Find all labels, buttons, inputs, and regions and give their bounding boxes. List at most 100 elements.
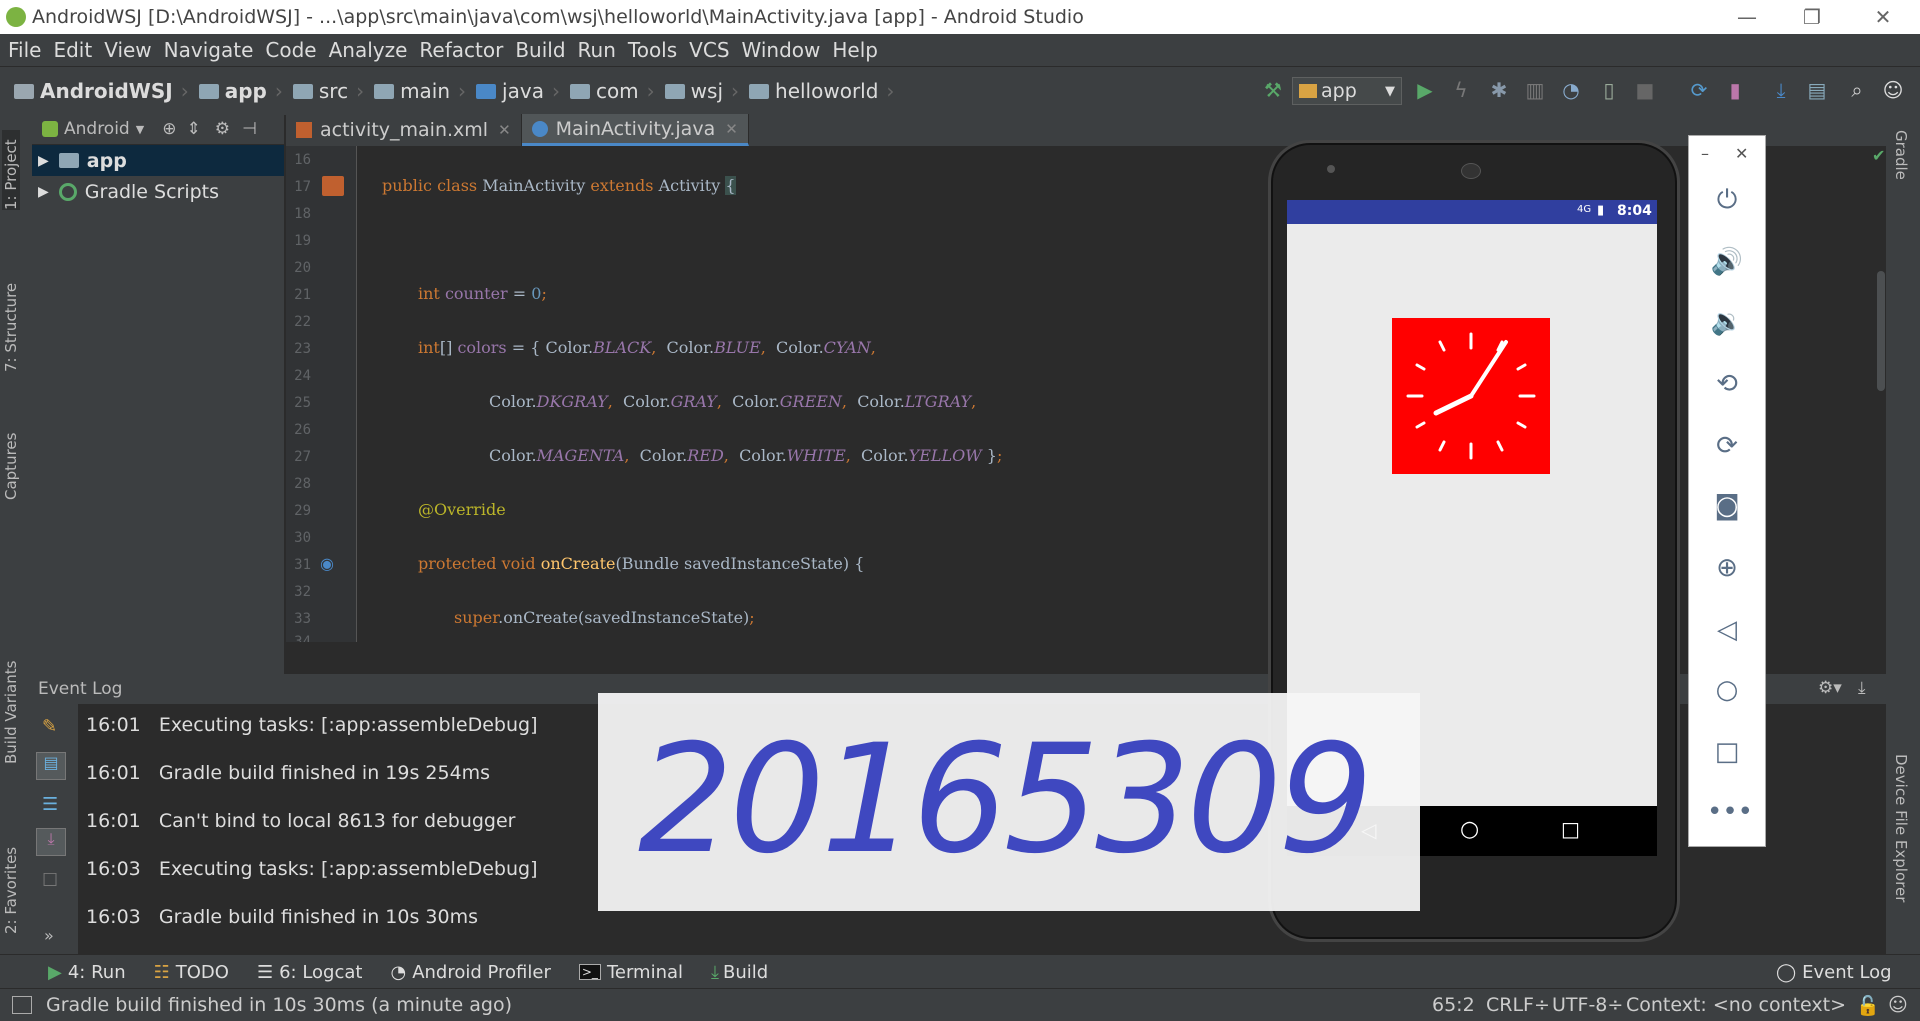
tool-run[interactable]: ▶ 4: Run: [48, 962, 126, 983]
profile-icon[interactable]: ◔: [1556, 75, 1586, 105]
close-emulator-button[interactable]: ✕: [1735, 144, 1748, 163]
wrench-icon[interactable]: ✎: [42, 716, 57, 737]
menu-navigate[interactable]: Navigate: [164, 38, 254, 62]
sync-gradle-icon[interactable]: ⟳: [1684, 75, 1714, 105]
expand-arrow-icon[interactable]: ▶: [38, 153, 49, 169]
close-tab-icon[interactable]: ✕: [498, 121, 511, 139]
breadcrumb-src[interactable]: src ›: [292, 79, 364, 103]
run-icon[interactable]: ▶: [1410, 75, 1440, 105]
avd-manager-icon[interactable]: ▮: [1720, 75, 1750, 105]
override-gutter-icon[interactable]: ◉: [320, 554, 334, 573]
breadcrumb-androidwsj[interactable]: AndroidWSJ ›: [14, 79, 189, 103]
balloon-icon[interactable]: ▤: [36, 752, 66, 780]
menu-edit[interactable]: Edit: [53, 38, 92, 62]
tab-favorites[interactable]: 2: Favorites: [2, 824, 20, 934]
scrollbar-thumb[interactable]: [1877, 271, 1885, 391]
breadcrumb-com[interactable]: com ›: [569, 79, 655, 103]
tab-activity-main-xml[interactable]: activity_main.xml ✕: [286, 114, 522, 146]
project-view-selector[interactable]: Android: [64, 119, 130, 139]
xml-layout-gutter-icon[interactable]: [322, 176, 344, 196]
file-encoding[interactable]: UTF-8÷: [1552, 994, 1623, 1016]
lock-icon[interactable]: 🔓: [1856, 994, 1880, 1017]
context-indicator[interactable]: Context: <no context>: [1626, 994, 1846, 1016]
make-project-hammer-icon[interactable]: ⚒: [1258, 75, 1288, 105]
breadcrumb-helloworld[interactable]: helloworld ›: [749, 79, 894, 103]
line-separator[interactable]: CRLF÷: [1486, 994, 1550, 1016]
tool-build[interactable]: ⤓ Build: [711, 962, 768, 983]
more-options-icon[interactable]: •••: [1707, 792, 1753, 832]
tab-structure[interactable]: 7: Structure: [2, 262, 20, 372]
event-message[interactable]: Executing tasks: [:app:assembleDebug]: [159, 858, 538, 880]
run-config-dropdown[interactable]: app ▼: [1292, 77, 1402, 105]
maximize-button[interactable]: ❐: [1777, 0, 1847, 34]
close-button[interactable]: ✕: [1848, 0, 1918, 34]
tab-captures[interactable]: Captures: [2, 410, 20, 500]
tool-android-profiler[interactable]: ◔ Android Profiler: [390, 962, 550, 983]
close-tab-icon[interactable]: ✕: [725, 120, 738, 138]
menu-file[interactable]: File: [8, 38, 41, 62]
back-icon[interactable]: ◁: [1707, 610, 1747, 650]
sdk-manager-icon[interactable]: ⤓: [1766, 75, 1796, 105]
filter-icon[interactable]: ☰: [42, 794, 58, 815]
code-editor[interactable]: public class MainActivity extends Activi…: [356, 146, 1277, 642]
menu-analyze[interactable]: Analyze: [329, 38, 408, 62]
collapse-all-icon[interactable]: ⇕: [186, 119, 200, 139]
tab-build-variants[interactable]: Build Variants: [2, 644, 20, 764]
gear-icon[interactable]: ⚙: [215, 119, 230, 139]
tool-event-log[interactable]: ◯ Event Log: [1776, 962, 1892, 983]
debug-icon[interactable]: ✱: [1484, 75, 1514, 105]
more-icon[interactable]: »: [44, 926, 54, 945]
tool-logcat[interactable]: ☰ 6: Logcat: [257, 962, 363, 983]
tree-item-app[interactable]: ▶ app: [32, 145, 284, 176]
overview-icon[interactable]: □: [1707, 732, 1747, 772]
tree-item-gradle-scripts[interactable]: ▶ Gradle Scripts: [32, 176, 284, 207]
clear-all-icon[interactable]: ☐: [42, 870, 58, 891]
recents-icon[interactable]: □: [1561, 817, 1580, 841]
menu-tools[interactable]: Tools: [628, 38, 677, 62]
menu-run[interactable]: Run: [578, 38, 616, 62]
user-avatar-icon[interactable]: ☺: [1878, 75, 1908, 105]
editor-scrollbar[interactable]: ✔: [1872, 146, 1886, 642]
home-icon[interactable]: ○: [1707, 670, 1747, 710]
tool-todo[interactable]: ☷ TODO: [154, 962, 229, 983]
tab-device-file-explorer[interactable]: Device File Explorer: [1892, 754, 1910, 902]
tab-gradle[interactable]: Gradle: [1892, 130, 1910, 180]
breadcrumb-wsj[interactable]: wsj ›: [664, 79, 739, 103]
menu-build[interactable]: Build: [515, 38, 565, 62]
coverage-icon[interactable]: ▥: [1520, 75, 1550, 105]
minimize-button[interactable]: —: [1712, 0, 1782, 34]
inspector-icon[interactable]: ☺: [1888, 994, 1908, 1016]
power-icon[interactable]: ⏻: [1707, 180, 1747, 220]
volume-down-icon[interactable]: 🔉: [1707, 302, 1747, 342]
zoom-icon[interactable]: ⊕: [1707, 548, 1747, 588]
caret-position[interactable]: 65:2: [1432, 994, 1475, 1016]
breadcrumb-main[interactable]: main ›: [374, 79, 466, 103]
menu-view[interactable]: View: [104, 38, 151, 62]
tab-mainactivity-java[interactable]: MainActivity.java ✕: [521, 114, 749, 146]
menu-code[interactable]: Code: [265, 38, 316, 62]
project-structure-icon[interactable]: ▤: [1802, 75, 1832, 105]
hide-panel-icon[interactable]: ⤓: [1858, 678, 1866, 698]
home-icon[interactable]: ○: [1460, 817, 1479, 842]
search-icon[interactable]: ⌕: [1842, 75, 1872, 105]
minimize-emulator-button[interactable]: –: [1701, 144, 1709, 163]
toggle-tool-windows-icon[interactable]: [12, 996, 32, 1014]
expand-arrow-icon[interactable]: ▶: [38, 184, 49, 200]
tab-project[interactable]: 1: Project: [2, 130, 20, 210]
locate-icon[interactable]: ⊕: [162, 119, 176, 139]
scroll-to-end-icon[interactable]: ⤓: [36, 828, 66, 856]
tool-terminal[interactable]: >_ Terminal: [578, 962, 683, 983]
menu-window[interactable]: Window: [742, 38, 821, 62]
rotate-left-icon[interactable]: ⟲: [1707, 364, 1747, 404]
attach-debugger-icon[interactable]: ▯: [1594, 75, 1624, 105]
rotate-right-icon[interactable]: ⟳: [1707, 426, 1747, 466]
apply-changes-icon[interactable]: ϟ: [1446, 75, 1476, 105]
volume-up-icon[interactable]: 🔊: [1707, 242, 1747, 282]
hide-pane-icon[interactable]: ⊣: [242, 119, 257, 139]
chevron-down-icon[interactable]: ▼: [136, 123, 144, 136]
menu-vcs[interactable]: VCS: [689, 38, 729, 62]
stop-icon[interactable]: ■: [1630, 75, 1660, 105]
breadcrumb-java[interactable]: java ›: [476, 79, 560, 103]
screenshot-camera-icon[interactable]: ◙: [1707, 486, 1747, 526]
menu-help[interactable]: Help: [832, 38, 878, 62]
